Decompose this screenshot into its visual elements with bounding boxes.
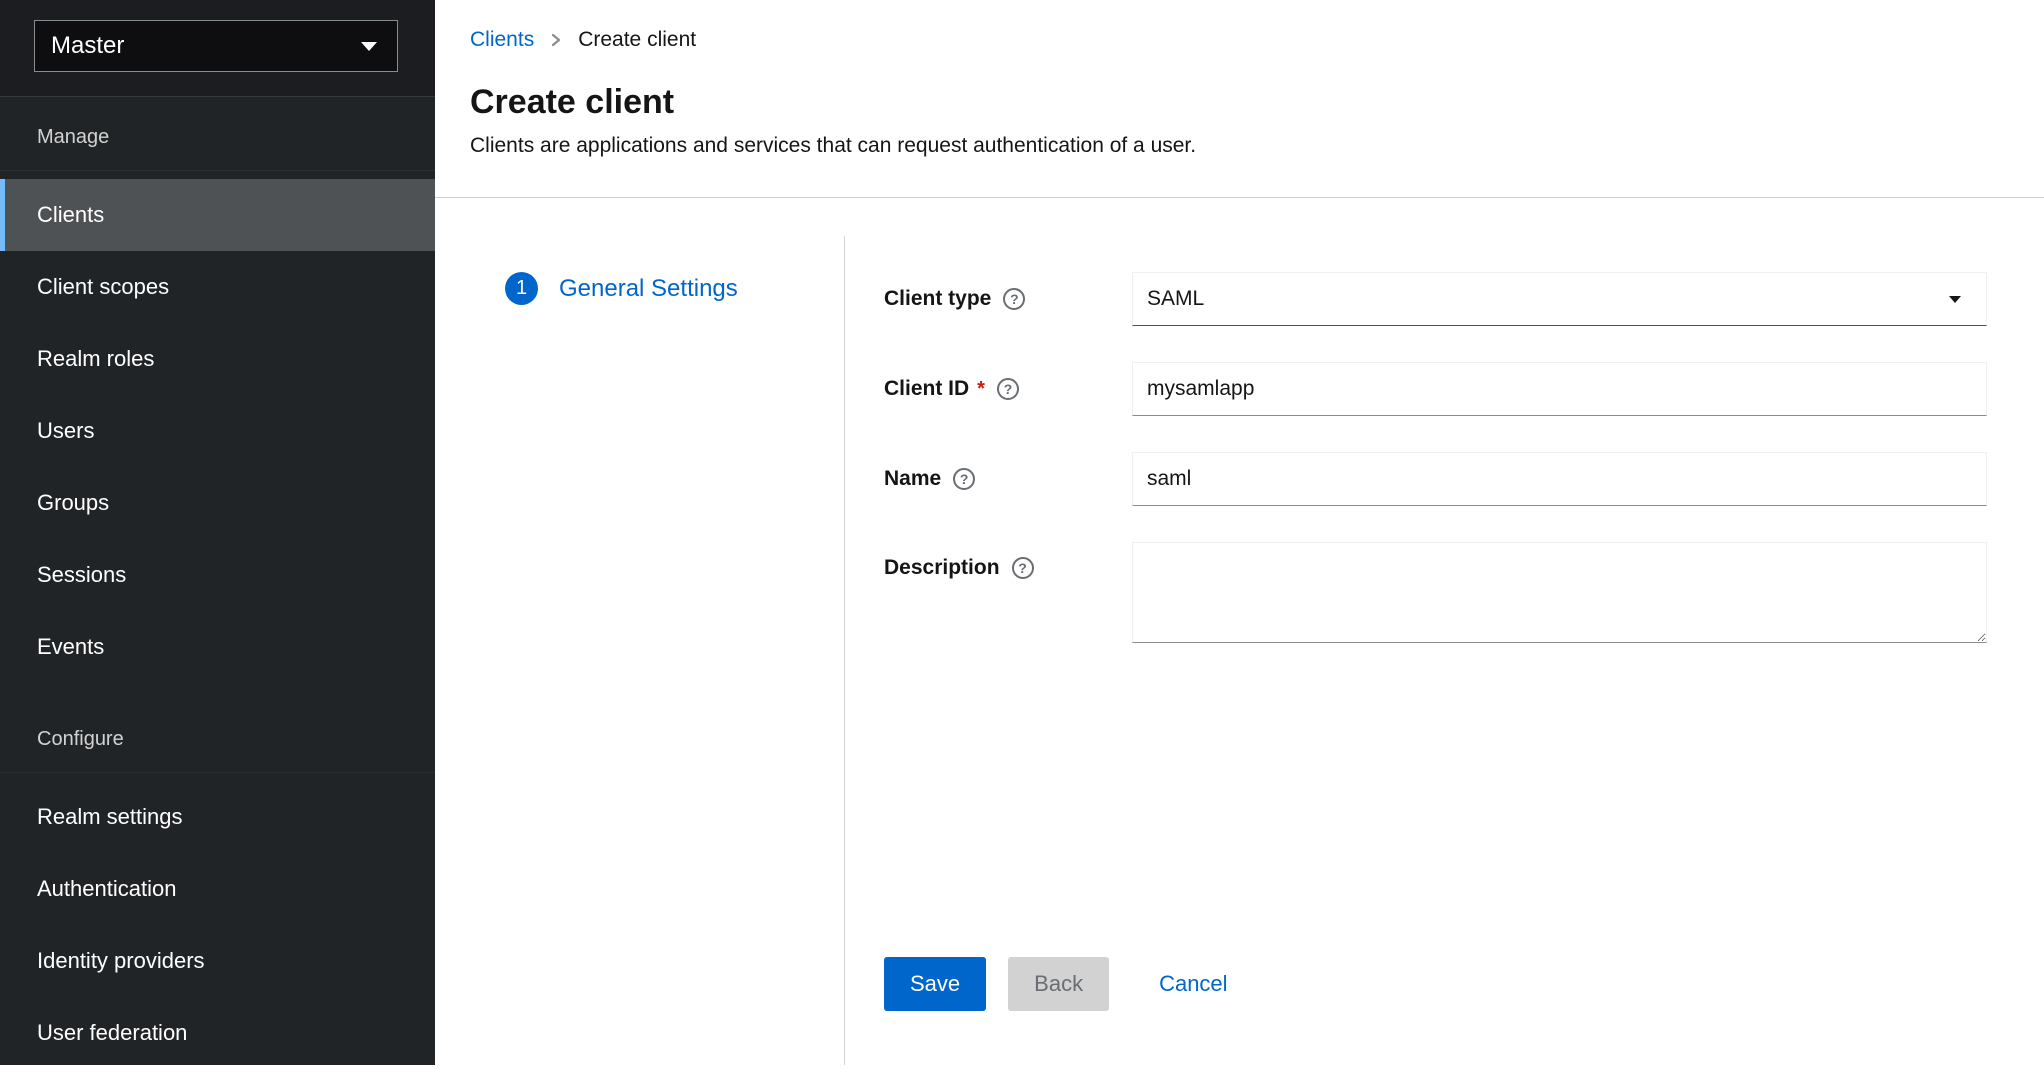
name-label: Name ? <box>884 467 1132 491</box>
name-control <box>1132 452 1987 506</box>
page-description: Clients are applications and services th… <box>470 132 2004 160</box>
sidebar-nav: Manage Clients Client scopes Realm roles… <box>0 97 435 1069</box>
back-button[interactable]: Back <box>1008 957 1109 1011</box>
sidebar-item-authentication[interactable]: Authentication <box>0 853 435 925</box>
sidebar-item-users[interactable]: Users <box>0 395 435 467</box>
sidebar-item-realm-settings[interactable]: Realm settings <box>0 781 435 853</box>
help-icon[interactable]: ? <box>1003 288 1025 310</box>
wizard-form: Client type ? SAML Client ID * ? <box>845 236 2044 1065</box>
breadcrumb-current: Create client <box>578 28 696 52</box>
wizard-step-general-settings[interactable]: 1 General Settings <box>505 272 738 305</box>
caret-down-icon <box>1949 296 1961 303</box>
sidebar-header: Master <box>0 0 435 97</box>
form-row-name: Name ? <box>884 452 2044 506</box>
description-textarea[interactable] <box>1132 542 1987 643</box>
client-id-label: Client ID * ? <box>884 377 1132 401</box>
help-icon[interactable]: ? <box>953 468 975 490</box>
create-client-wizard: 1 General Settings Client type ? SAML <box>435 236 2044 1065</box>
description-control <box>1132 542 1987 648</box>
nav-section-title-configure: Configure <box>0 707 435 773</box>
page-title: Create client <box>470 82 2004 122</box>
sidebar-item-groups[interactable]: Groups <box>0 467 435 539</box>
required-indicator: * <box>977 378 985 401</box>
sidebar-item-identity-providers[interactable]: Identity providers <box>0 925 435 997</box>
nav-section-manage: Manage Clients Client scopes Realm roles… <box>0 105 435 683</box>
cancel-button[interactable]: Cancel <box>1159 971 1227 997</box>
sidebar: Master Manage Clients Client scopes Real… <box>0 0 435 1065</box>
form-row-client-id: Client ID * ? <box>884 362 2044 416</box>
form-row-description: Description ? <box>884 542 2044 648</box>
sidebar-item-user-federation[interactable]: User federation <box>0 997 435 1069</box>
step-label: General Settings <box>559 275 738 303</box>
nav-section-title-manage: Manage <box>0 105 435 171</box>
client-type-label: Client type ? <box>884 287 1132 311</box>
sidebar-item-clients[interactable]: Clients <box>0 179 435 251</box>
chevron-right-icon <box>549 33 563 47</box>
realm-selector-dropdown[interactable]: Master <box>34 20 398 72</box>
client-type-select[interactable]: SAML <box>1132 272 1987 326</box>
breadcrumb: Clients Create client <box>470 28 2004 52</box>
chevron-down-icon <box>361 42 377 51</box>
client-id-input[interactable] <box>1132 362 1987 416</box>
sidebar-item-sessions[interactable]: Sessions <box>0 539 435 611</box>
sidebar-item-client-scopes[interactable]: Client scopes <box>0 251 435 323</box>
page-header: Clients Create client Create client Clie… <box>435 0 2044 198</box>
help-icon[interactable]: ? <box>997 378 1019 400</box>
save-button[interactable]: Save <box>884 957 986 1011</box>
help-icon[interactable]: ? <box>1012 557 1034 579</box>
realm-selector-value: Master <box>51 32 124 60</box>
description-label: Description ? <box>884 542 1132 580</box>
sidebar-item-events[interactable]: Events <box>0 611 435 683</box>
sidebar-item-realm-roles[interactable]: Realm roles <box>0 323 435 395</box>
client-id-control <box>1132 362 1987 416</box>
main-content: Clients Create client Create client Clie… <box>435 0 2044 1065</box>
step-number-badge: 1 <box>505 272 538 305</box>
form-actions: Save Back Cancel <box>884 957 2044 1011</box>
nav-section-configure: Configure Realm settings Authentication … <box>0 707 435 1069</box>
wizard-steps-nav: 1 General Settings <box>435 236 845 1065</box>
name-input[interactable] <box>1132 452 1987 506</box>
breadcrumb-clients-link[interactable]: Clients <box>470 28 534 52</box>
client-type-control: SAML <box>1132 272 1987 326</box>
form-row-client-type: Client type ? SAML <box>884 272 2044 326</box>
client-type-selected-value: SAML <box>1147 287 1204 311</box>
